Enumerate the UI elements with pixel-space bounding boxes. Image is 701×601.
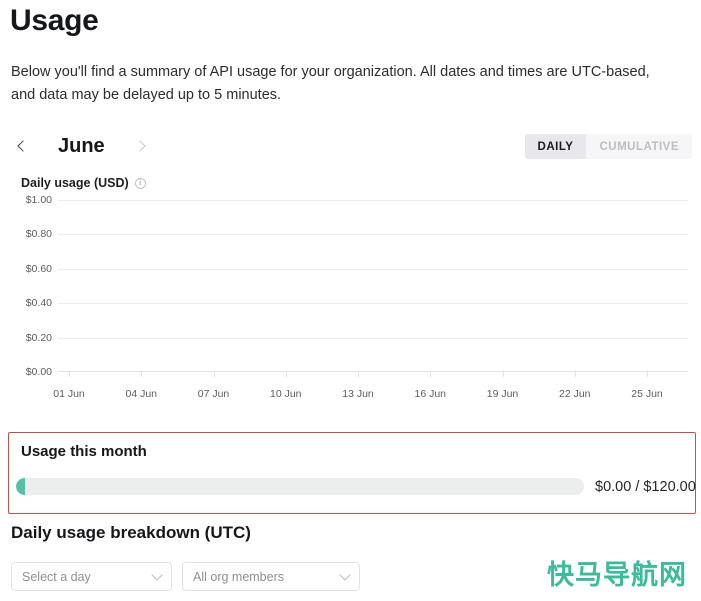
view-mode-toggle: DAILY CUMULATIVE [524, 134, 692, 159]
chart-x-tick-label: 10 Jun [269, 388, 302, 400]
chevron-right-icon [134, 140, 146, 152]
chart-x-tick-label: 04 Jun [125, 388, 158, 400]
chart-gridline [58, 338, 688, 339]
chart-x-axis-line [58, 371, 688, 372]
chart-y-tick-label: $0.00 [25, 366, 52, 378]
chart-y-tick-label: $0.20 [25, 331, 52, 344]
chart-y-axis: $1.00 $0.80 $0.60 $0.40 $0.20 $0.00 [0, 194, 58, 378]
chart-title-row: Daily usage (USD) i [21, 176, 146, 190]
chart-x-tick-label: 16 Jun [414, 388, 447, 400]
chart-y-tick-label: $0.40 [25, 297, 52, 310]
breakdown-filters: Select a day All org members [11, 562, 360, 591]
previous-month-button[interactable] [10, 133, 36, 159]
chevron-left-icon [17, 140, 29, 152]
chart-y-tick-label: $0.60 [25, 262, 52, 275]
chart-y-tick-label: $0.80 [25, 228, 52, 241]
usage-progress-bar [16, 478, 584, 495]
day-select-value: Select a day [22, 569, 91, 584]
current-month-label: June [58, 135, 105, 157]
chart-x-tick [503, 372, 504, 377]
chart-gridline [58, 269, 688, 270]
chart-gridline [58, 234, 688, 235]
chart-x-tick-label: 19 Jun [486, 388, 519, 400]
chart-gridline [58, 303, 688, 304]
chart-x-tick [214, 372, 215, 377]
watermark: 快马导航网 [547, 560, 687, 591]
chart-x-tick [141, 372, 142, 377]
tab-daily[interactable]: DAILY [524, 134, 587, 159]
usage-progress-fill [16, 478, 25, 495]
usage-this-month-title: Usage this month [21, 443, 147, 460]
usage-progress-label: $0.00 / $120.00 [595, 478, 696, 495]
info-circle-icon[interactable]: i [134, 177, 146, 189]
chart-x-tick [286, 372, 287, 377]
page-description: Below you'll find a summary of API usage… [11, 64, 650, 103]
chart-plot-area: 01 Jun 04 Jun 07 Jun 10 Jun 13 Jun 16 Jun 19 J… [53, 200, 688, 400]
chart-x-tick-label: 22 Jun [558, 388, 591, 400]
chart-gridline [58, 200, 688, 201]
chart-x-tick [358, 372, 359, 377]
next-month-button[interactable] [127, 133, 153, 159]
chart-title: Daily usage (USD) [21, 176, 129, 190]
chart-x-tick [69, 372, 70, 377]
org-member-select-value: All org members [193, 569, 284, 584]
daily-usage-chart: $1.00 $0.80 $0.60 $0.40 $0.20 $0.00 01 Jun 04 … [0, 194, 701, 410]
chart-x-tick-label: 25 Jun [631, 388, 663, 400]
chevron-down-icon [339, 569, 351, 581]
tab-cumulative[interactable]: CUMULATIVE [586, 134, 692, 159]
chart-x-tick [575, 372, 576, 377]
chart-x-tick-label: 13 Jun [342, 388, 374, 400]
chevron-down-icon [151, 569, 163, 581]
page-title: Usage [10, 4, 99, 37]
day-select[interactable]: Select a day [11, 562, 172, 591]
chart-x-tick [430, 372, 431, 377]
usage-progress-row: $0.00 / $120.00 [16, 478, 696, 495]
org-member-select[interactable]: All org members [182, 562, 360, 591]
chart-x-tick [647, 372, 648, 377]
usage-this-month-card: Usage this month $0.00 / $120.00 [8, 432, 696, 514]
chart-y-tick-label: $1.00 [25, 194, 52, 206]
month-navigation: June [10, 130, 153, 162]
usage-page: Usage Below you'll find a summary of API… [0, 0, 701, 601]
chart-x-tick-label: 01 Jun [53, 388, 85, 400]
breakdown-title: Daily usage breakdown (UTC) [11, 523, 251, 542]
chart-x-tick-label: 07 Jun [197, 388, 230, 400]
